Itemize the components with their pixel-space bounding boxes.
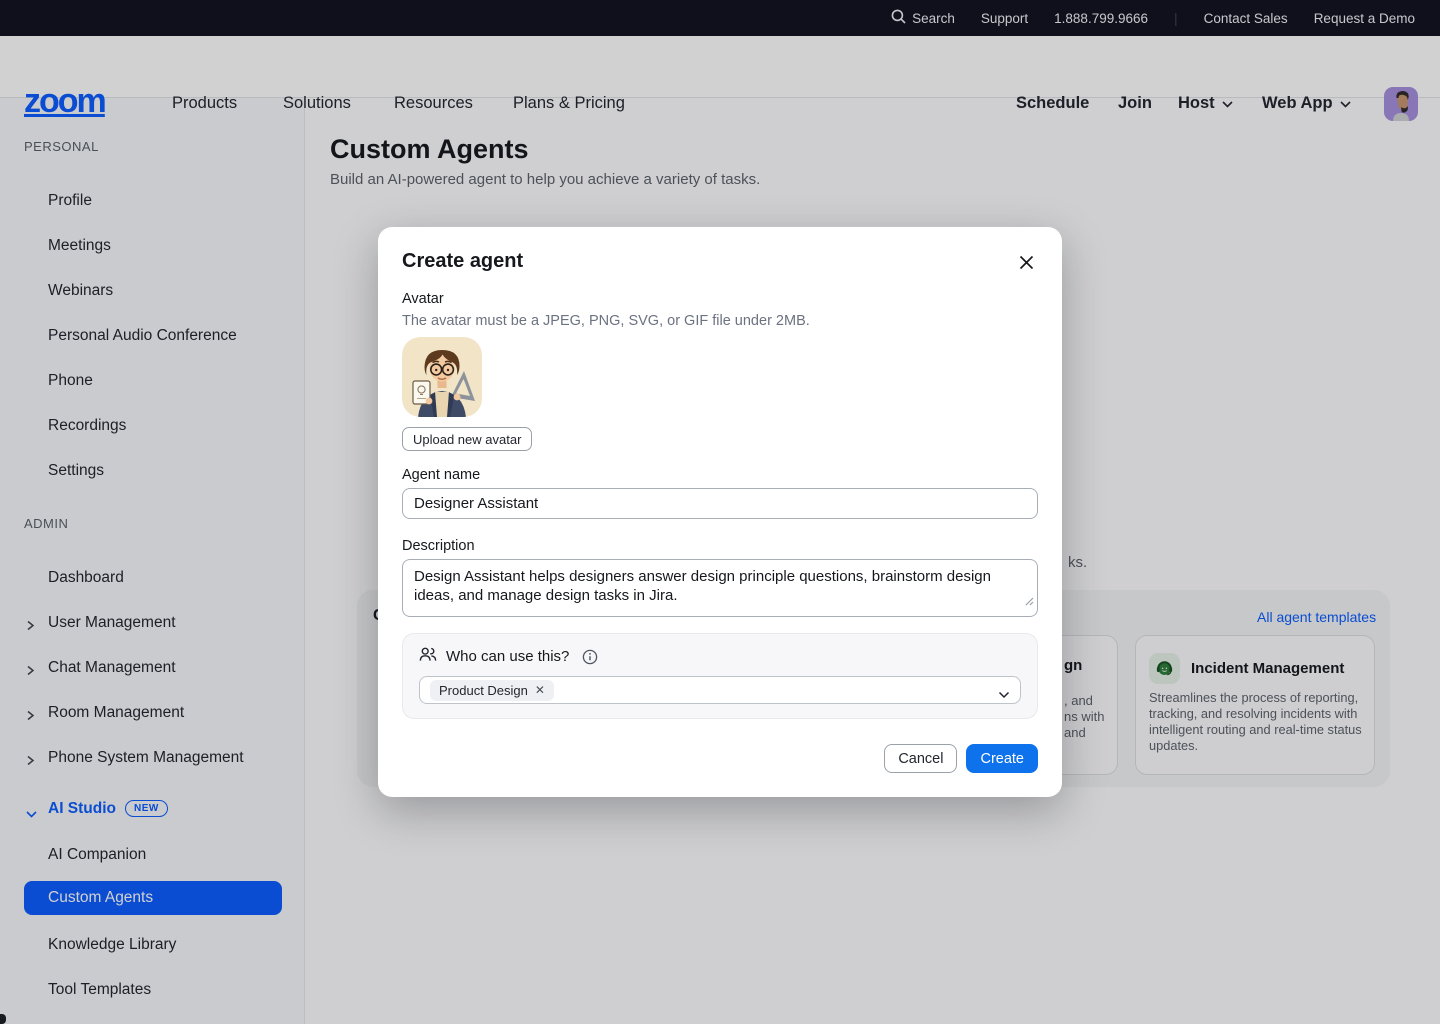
- agent-avatar-image: [402, 337, 482, 417]
- description-label: Description: [402, 538, 475, 554]
- access-tag-product-design: Product Design ✕: [430, 680, 554, 701]
- access-section: Who can use this? Product Design ✕: [402, 633, 1038, 719]
- agent-name-input[interactable]: [402, 488, 1038, 519]
- info-icon[interactable]: [582, 649, 598, 665]
- avatar-help-text: The avatar must be a JPEG, PNG, SVG, or …: [402, 313, 810, 329]
- chevron-down-icon: [998, 686, 1010, 704]
- avatar-label: Avatar: [402, 291, 444, 307]
- modal-title: Create agent: [402, 250, 523, 273]
- close-icon[interactable]: [1012, 248, 1040, 276]
- upload-new-avatar-button[interactable]: Upload new avatar: [402, 427, 532, 451]
- remove-tag-icon[interactable]: ✕: [535, 684, 545, 696]
- agent-name-label: Agent name: [402, 467, 480, 483]
- description-textarea[interactable]: Design Assistant helps designers answer …: [402, 559, 1038, 617]
- access-question-label: Who can use this?: [446, 648, 569, 665]
- create-agent-modal: Create agent Avatar The avatar must be a…: [378, 227, 1062, 797]
- tag-label: Product Design: [439, 683, 528, 698]
- description-field-wrap: Design Assistant helps designers answer …: [402, 559, 1038, 617]
- resize-handle-icon[interactable]: [1025, 593, 1034, 611]
- create-button[interactable]: Create: [966, 744, 1038, 773]
- access-select[interactable]: Product Design ✕: [419, 676, 1021, 704]
- cancel-button[interactable]: Cancel: [884, 744, 957, 773]
- people-icon: [419, 647, 437, 666]
